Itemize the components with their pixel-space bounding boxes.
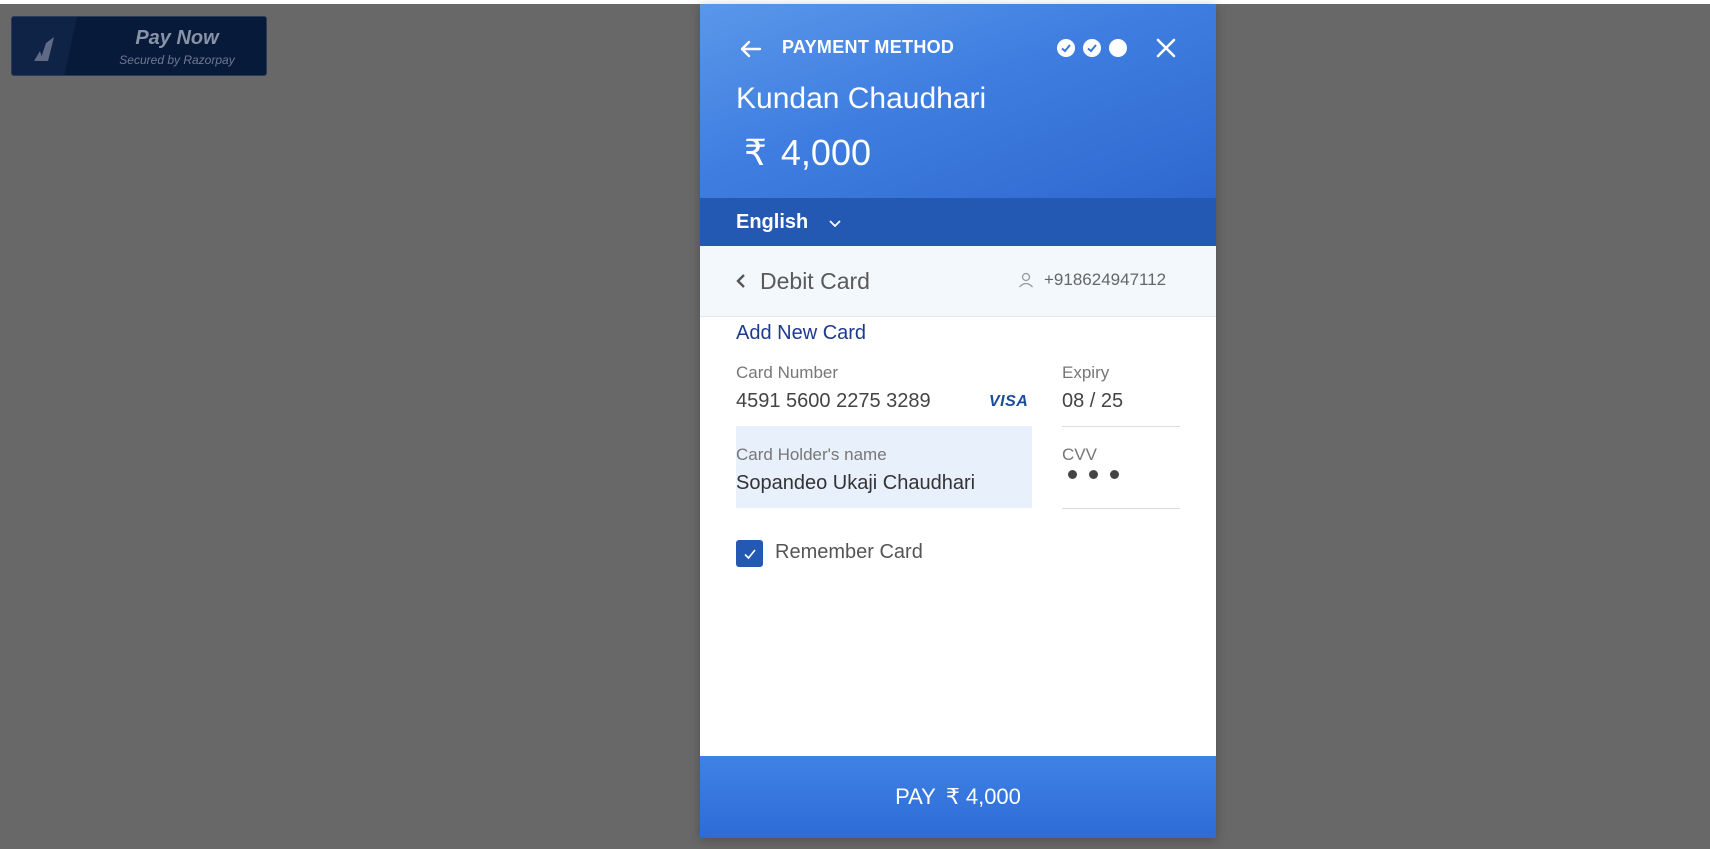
header-amount: ₹4,000 — [744, 132, 871, 174]
expiry-input[interactable]: 08 / 25 — [1062, 390, 1123, 413]
contact-phone: +918624947112 — [1044, 270, 1167, 289]
amount-value: 4,000 — [780, 132, 871, 173]
progress-steps — [1057, 39, 1127, 57]
back-arrow-icon[interactable] — [738, 36, 764, 62]
cvv-dot — [1068, 470, 1077, 479]
merchant-name: Kundan Chaudhari — [736, 82, 987, 115]
card-holder-input[interactable]: Sopandeo Ukaji Chaudhari — [736, 472, 975, 495]
visa-logo-icon: VISA — [989, 393, 1028, 411]
badge-subtitle: Secured by Razorpay — [119, 53, 235, 67]
card-holder-label: Card Holder's name — [736, 445, 887, 464]
cvv-input[interactable] — [1068, 470, 1119, 479]
cvv-label: CVV — [1062, 445, 1097, 464]
step-completed-icon — [1057, 39, 1075, 57]
language-selector[interactable]: English — [700, 198, 1216, 246]
pay-button-currency: ₹ — [945, 784, 960, 809]
currency-symbol: ₹ — [744, 132, 767, 173]
language-label: English — [736, 211, 809, 233]
card-brand-label: VISA — [989, 393, 1029, 410]
cvv-dot — [1089, 470, 1098, 479]
pay-button-label: PAY — [895, 784, 936, 809]
remember-card-label[interactable]: Remember Card — [775, 541, 923, 564]
card-number-input[interactable]: 4591 5600 2275 3289 — [736, 390, 931, 413]
cvv-underline — [1062, 508, 1180, 509]
checkout-header: PAYMENT METHOD Kundan Chaudhari ₹4,000 — [700, 4, 1216, 198]
razorpay-logo-icon — [34, 37, 54, 61]
close-icon[interactable] — [1154, 36, 1178, 60]
remember-card-checkbox[interactable] — [736, 540, 763, 567]
card-holder-field[interactable] — [736, 426, 1032, 508]
checkmark-icon — [743, 548, 756, 559]
chevron-left-icon[interactable] — [734, 272, 748, 290]
payment-method-title: Debit Card — [760, 268, 870, 294]
expiry-underline — [1062, 426, 1180, 427]
badge-title: Pay Now — [135, 27, 219, 49]
add-new-card-link[interactable]: Add New Card — [736, 322, 866, 345]
chevron-down-icon — [829, 220, 841, 228]
step-current-icon — [1109, 39, 1127, 57]
step-completed-icon — [1083, 39, 1101, 57]
user-icon — [1019, 272, 1033, 288]
cvv-dot — [1110, 470, 1119, 479]
pay-button[interactable]: PAY ₹ 4,000 — [700, 756, 1216, 838]
pay-now-badge[interactable]: Pay Now Secured by Razorpay — [11, 16, 267, 76]
card-number-label: Card Number — [736, 363, 839, 382]
expiry-label: Expiry — [1062, 363, 1110, 382]
payment-method-bar: Debit Card +918624947112 — [700, 246, 1216, 317]
pay-button-amount: 4,000 — [965, 784, 1021, 809]
checkout-modal: PAYMENT METHOD Kundan Chaudhari ₹4,000 E… — [700, 4, 1216, 838]
header-title: PAYMENT METHOD — [782, 37, 955, 57]
